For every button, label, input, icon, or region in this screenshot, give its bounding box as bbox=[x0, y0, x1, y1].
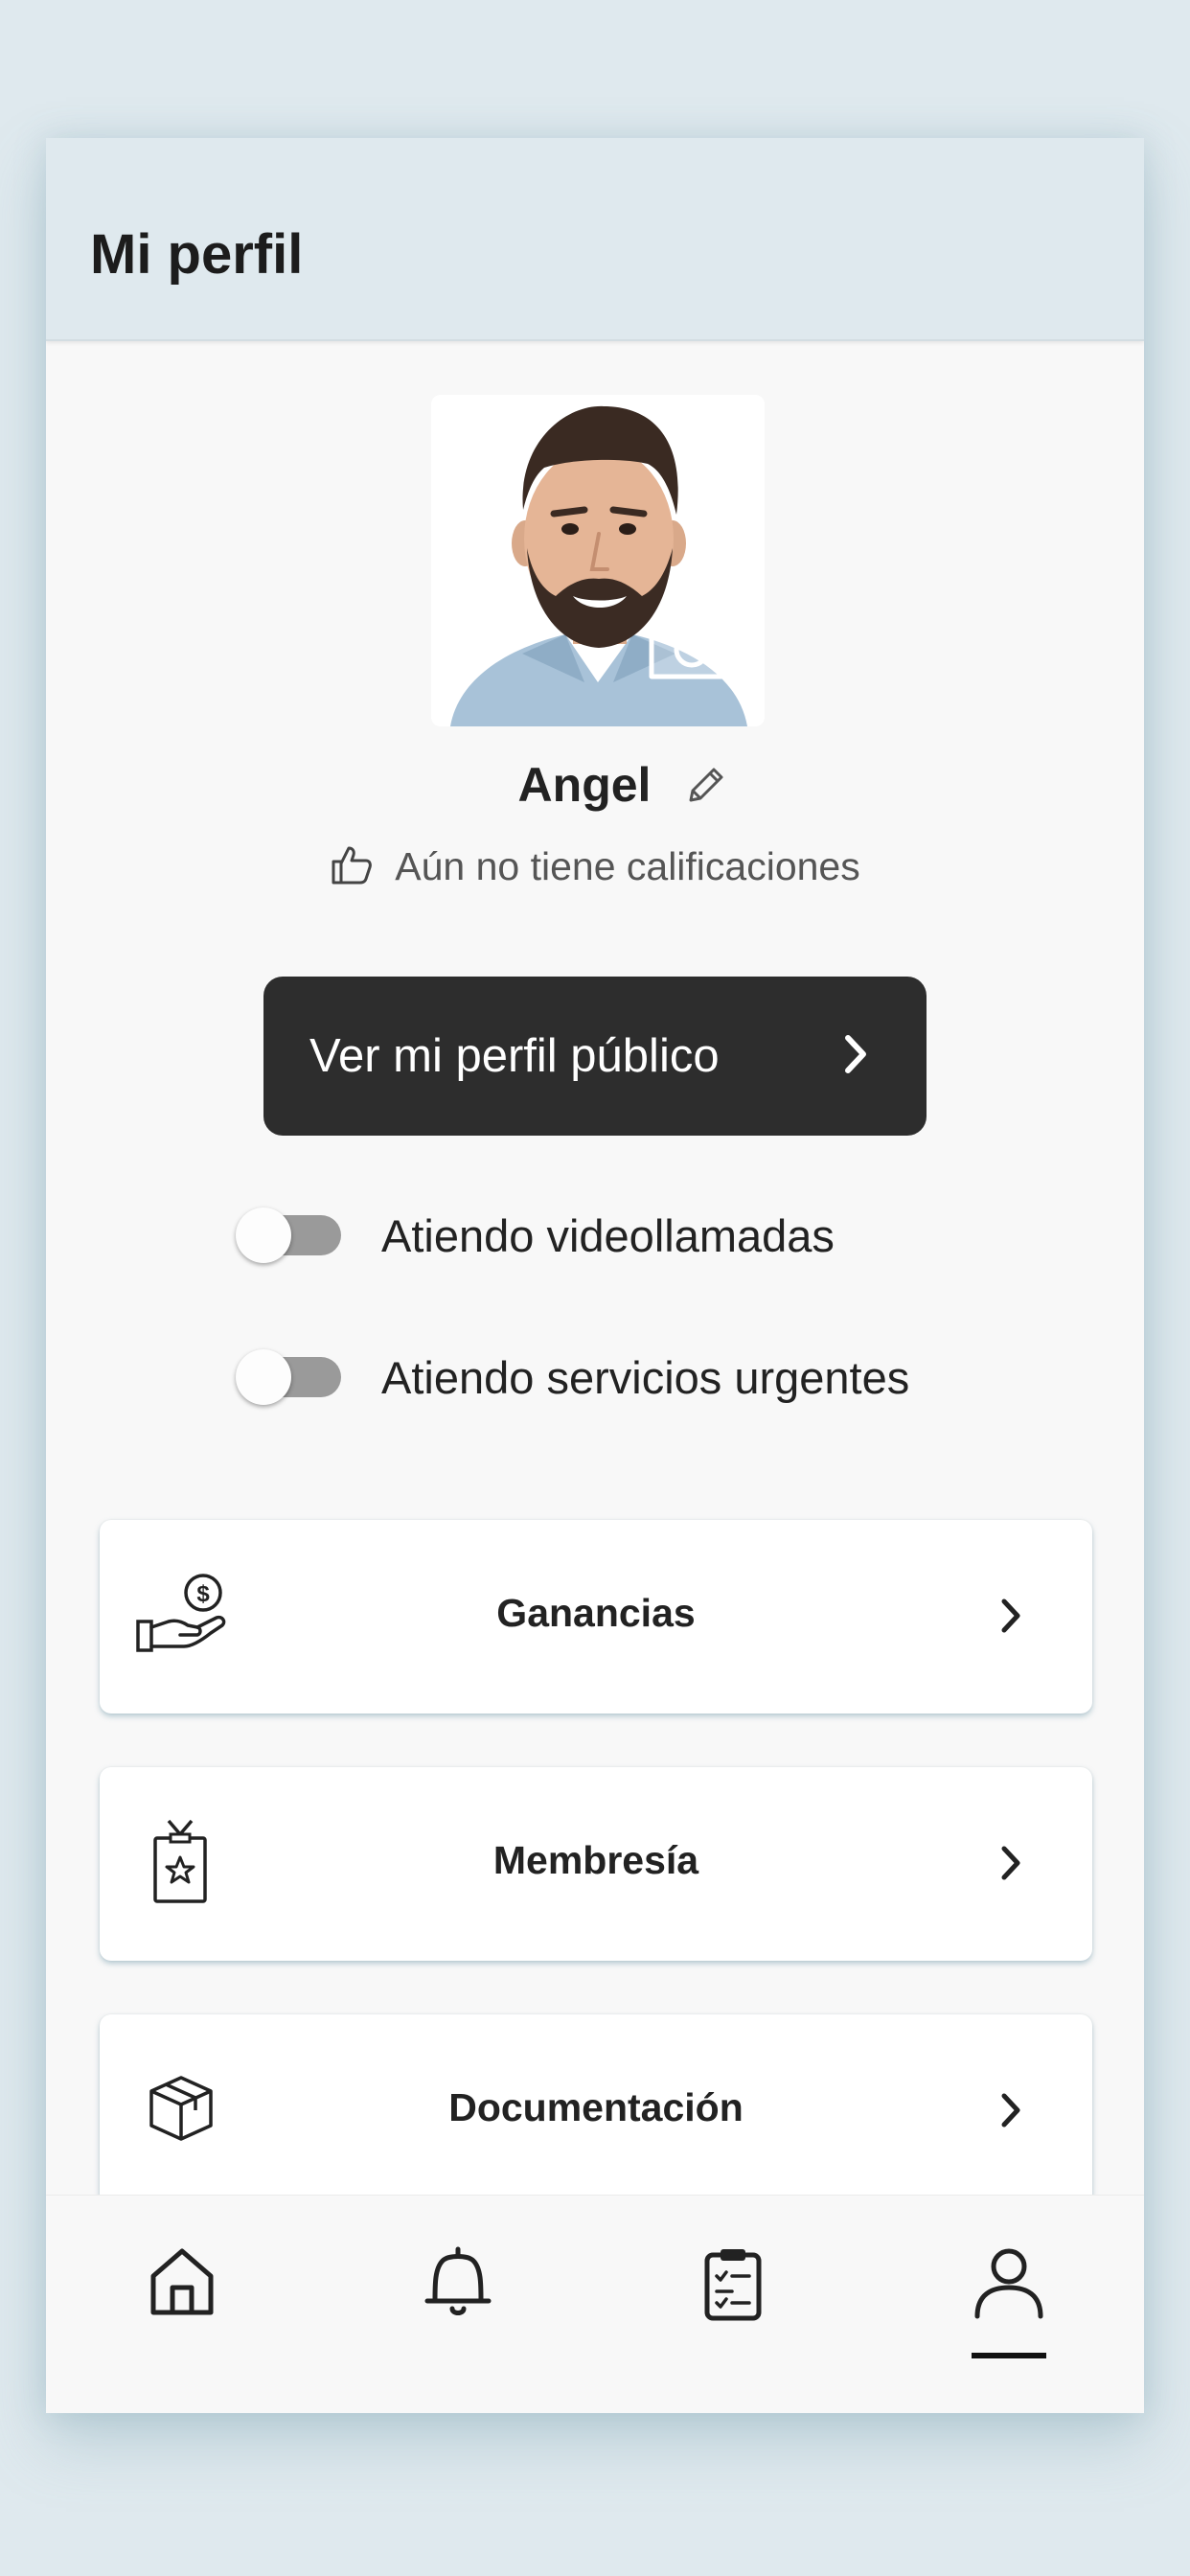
phone-screen: Mi perfil Angel Aún no tiene calificacio… bbox=[46, 138, 1144, 2413]
app-header: Mi perfil bbox=[46, 138, 1144, 341]
toggle-knob bbox=[236, 1208, 291, 1263]
user-icon bbox=[972, 2248, 1046, 2326]
view-public-profile-button[interactable]: Ver mi perfil público bbox=[263, 977, 927, 1136]
chevron-right-icon bbox=[998, 1844, 1023, 1887]
nav-notifications[interactable] bbox=[422, 2245, 508, 2351]
videocall-toggle-label: Atiendo videollamadas bbox=[381, 1209, 835, 1261]
nav-home[interactable] bbox=[148, 2245, 234, 2351]
chevron-right-icon bbox=[998, 1597, 1023, 1640]
toggle-knob bbox=[236, 1349, 291, 1405]
videocall-toggle[interactable] bbox=[236, 1202, 343, 1269]
menu-item-label: Documentación bbox=[448, 2085, 744, 2129]
chevron-right-icon bbox=[840, 1032, 869, 1081]
menu-item-label: Ganancias bbox=[496, 1591, 696, 1635]
bell-icon bbox=[422, 2246, 494, 2324]
rating-row: Aún no tiene calificaciones bbox=[46, 838, 1144, 895]
urgent-toggle-row: Atiendo servicios urgentes bbox=[236, 1344, 909, 1411]
menu-item-label: Membresía bbox=[492, 1838, 699, 1882]
page-title: Mi perfil bbox=[90, 223, 304, 286]
menu-item-ganancias[interactable]: $ Ganancias bbox=[100, 1520, 1092, 1714]
menu-item-membresia[interactable]: Membresía bbox=[100, 1767, 1092, 1961]
urgent-toggle[interactable] bbox=[236, 1344, 343, 1411]
nav-tasks[interactable] bbox=[699, 2245, 786, 2351]
urgent-toggle-label: Atiendo servicios urgentes bbox=[381, 1351, 910, 1403]
profile-name-row: Angel bbox=[46, 751, 1144, 818]
videocall-toggle-row: Atiendo videollamadas bbox=[236, 1202, 835, 1269]
home-icon bbox=[148, 2248, 217, 2322]
rating-text: Aún no tiene calificaciones bbox=[395, 843, 860, 888]
active-tab-indicator bbox=[972, 2353, 1046, 2358]
profile-photo[interactable] bbox=[431, 395, 765, 726]
clipboard-icon bbox=[699, 2249, 767, 2328]
thumbs-up-icon bbox=[330, 842, 374, 891]
menu-item-documentacion[interactable]: Documentación bbox=[100, 2014, 1092, 2208]
pencil-icon[interactable] bbox=[683, 762, 729, 808]
view-public-profile-label: Ver mi perfil público bbox=[309, 1030, 720, 1082]
camera-icon[interactable] bbox=[644, 608, 740, 689]
nav-profile[interactable] bbox=[972, 2245, 1058, 2358]
profile-name: Angel bbox=[517, 758, 652, 812]
chevron-right-icon bbox=[998, 2091, 1023, 2134]
bottom-navigation bbox=[46, 2195, 1144, 2413]
